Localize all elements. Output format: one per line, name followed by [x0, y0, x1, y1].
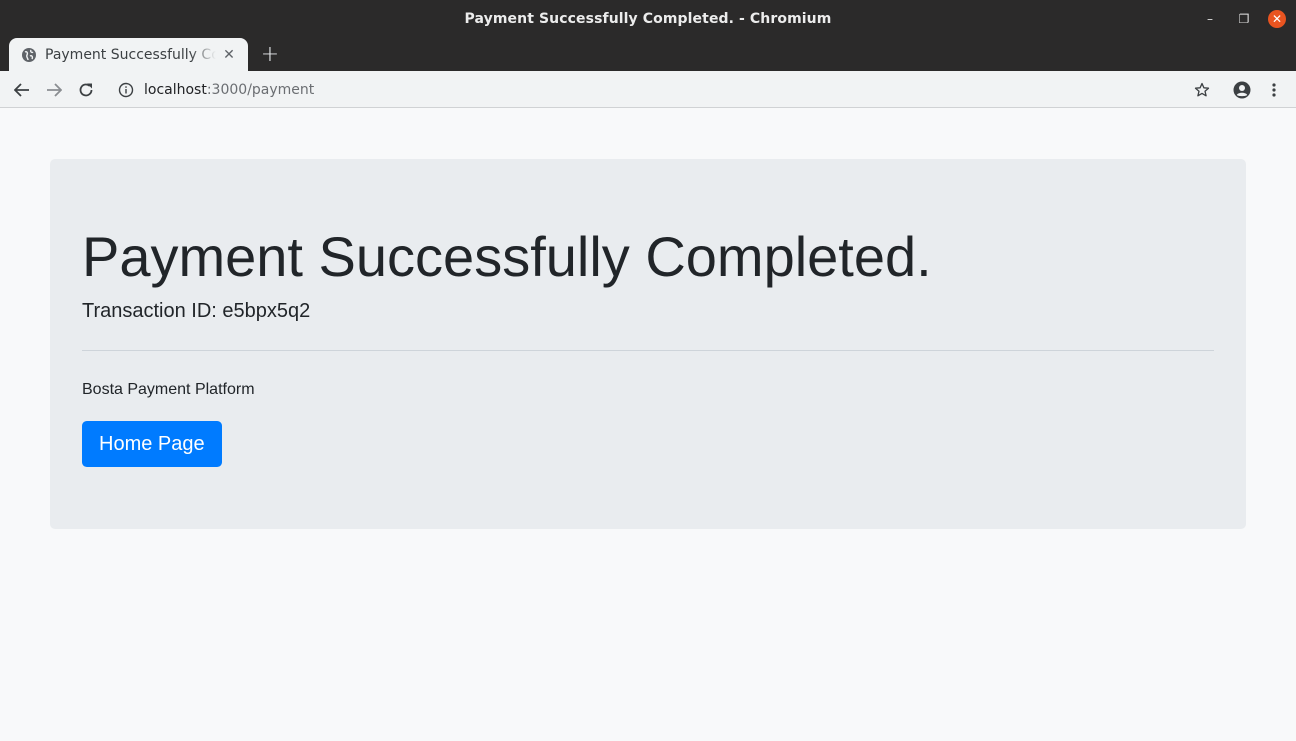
- minimize-button[interactable]: –: [1200, 9, 1220, 29]
- url-host: localhost: [144, 81, 207, 98]
- browser-toolbar: localhost:3000/payment: [0, 71, 1296, 108]
- forward-button[interactable]: [42, 78, 66, 102]
- info-icon[interactable]: [118, 82, 134, 98]
- new-tab-button[interactable]: +: [259, 42, 281, 67]
- account-icon: [1233, 81, 1251, 99]
- url-path: :3000/payment: [206, 81, 315, 98]
- tab-payment[interactable]: Payment Successfully Completed. ✕: [9, 38, 248, 71]
- reload-icon: [79, 83, 93, 97]
- window-title: Payment Successfully Completed. - Chromi…: [464, 10, 832, 27]
- forward-arrow-icon: [47, 83, 62, 97]
- menu-dots-icon: [1272, 83, 1276, 97]
- close-window-button[interactable]: ✕: [1268, 10, 1286, 28]
- reload-button[interactable]: [74, 78, 98, 102]
- tab-close-button[interactable]: ✕: [220, 46, 238, 64]
- payment-confirmation-panel: Payment Successfully Completed. Transact…: [50, 159, 1246, 529]
- tab-strip: Payment Successfully Completed. ✕ +: [0, 37, 1296, 71]
- transaction-id: Transaction ID: e5bpx5q2: [82, 300, 311, 323]
- page-heading: Payment Successfully Completed.: [82, 225, 932, 288]
- globe-icon: [22, 47, 36, 62]
- window-titlebar: Payment Successfully Completed. - Chromi…: [0, 0, 1296, 37]
- profile-button[interactable]: [1230, 78, 1254, 102]
- back-button[interactable]: [10, 78, 34, 102]
- url-text[interactable]: localhost:3000/payment: [144, 82, 314, 98]
- address-bar[interactable]: localhost:3000/payment: [108, 75, 1220, 104]
- platform-name: Bosta Payment Platform: [82, 381, 255, 399]
- bookmark-button[interactable]: [1190, 78, 1214, 102]
- home-page-button[interactable]: Home Page: [82, 421, 222, 468]
- window-controls: – ❐ ✕: [1200, 9, 1286, 29]
- tab-title: Payment Successfully Completed.: [45, 46, 216, 63]
- restore-button[interactable]: ❐: [1234, 9, 1254, 29]
- star-icon: [1194, 82, 1210, 97]
- browser-menu-button[interactable]: [1262, 78, 1286, 102]
- divider: [82, 350, 1214, 352]
- back-arrow-icon: [14, 83, 29, 97]
